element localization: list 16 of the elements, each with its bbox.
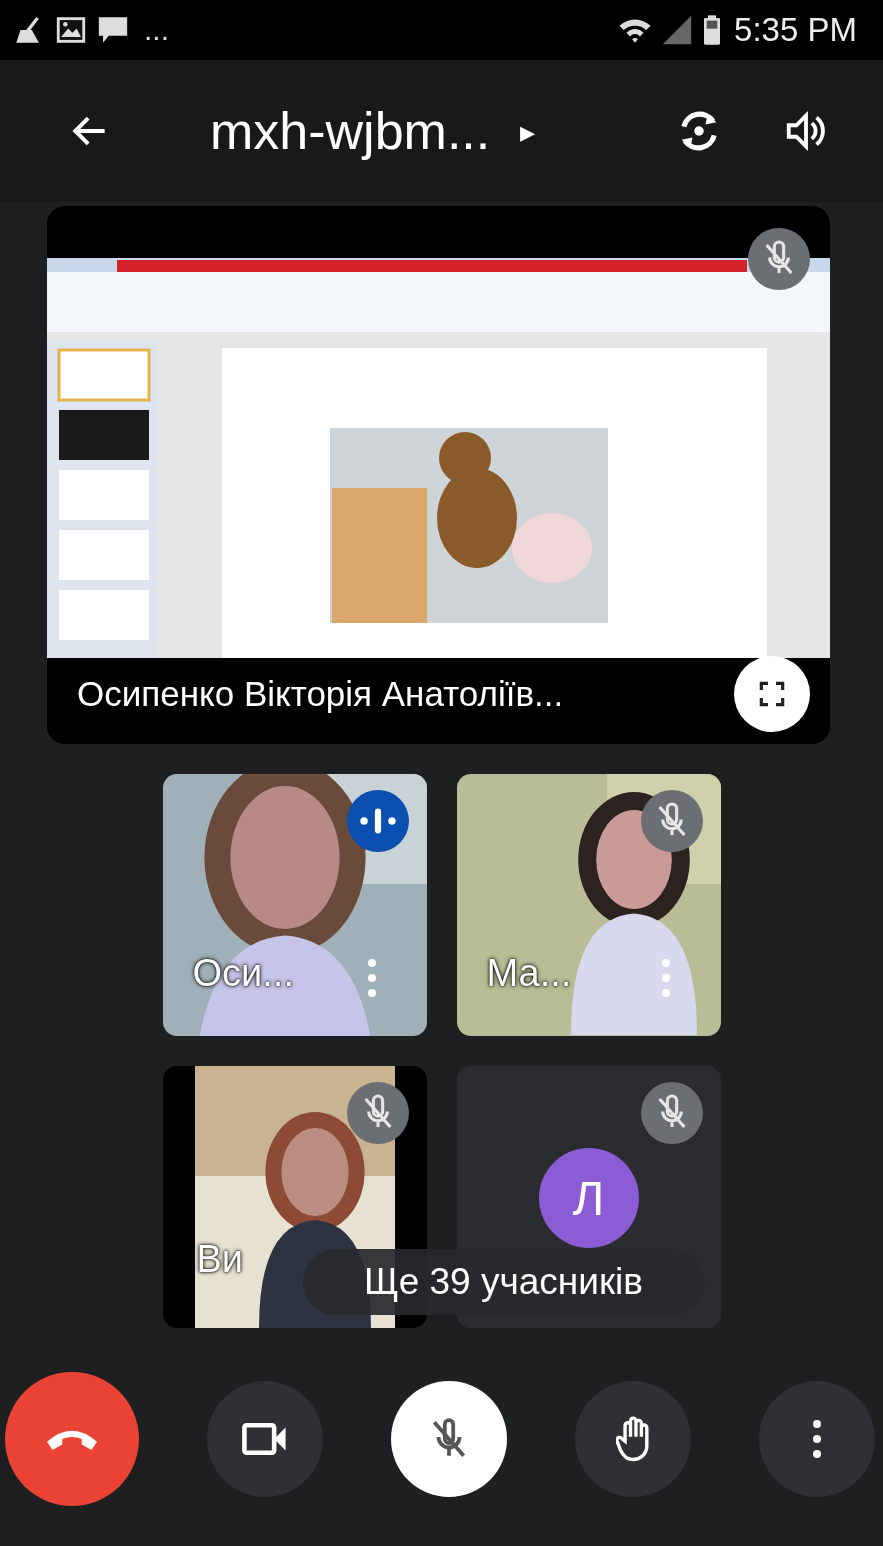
participant-name: Ви — [196, 1238, 244, 1281]
more-notifications: ... — [144, 13, 169, 47]
vertical-dots-icon — [366, 958, 377, 998]
participant-name: Ма... — [486, 952, 572, 995]
caret-icon: ▸ — [520, 113, 536, 149]
hand-icon — [616, 1416, 650, 1462]
muted-mic-icon — [432, 1418, 466, 1460]
clock-time: 5:35 PM — [734, 11, 857, 49]
participant-name: Оси... — [192, 952, 294, 995]
avatar-initial: Л — [538, 1148, 639, 1248]
video-camera-icon — [242, 1423, 288, 1455]
presenter-name: Осипенко Вікторія Анатоліїв... — [77, 674, 564, 714]
more-participants-button[interactable]: Ще 39 учасників — [302, 1249, 705, 1315]
vertical-dots-icon — [812, 1419, 822, 1459]
vertical-dots-icon — [660, 958, 671, 998]
battery-icon — [702, 14, 723, 46]
